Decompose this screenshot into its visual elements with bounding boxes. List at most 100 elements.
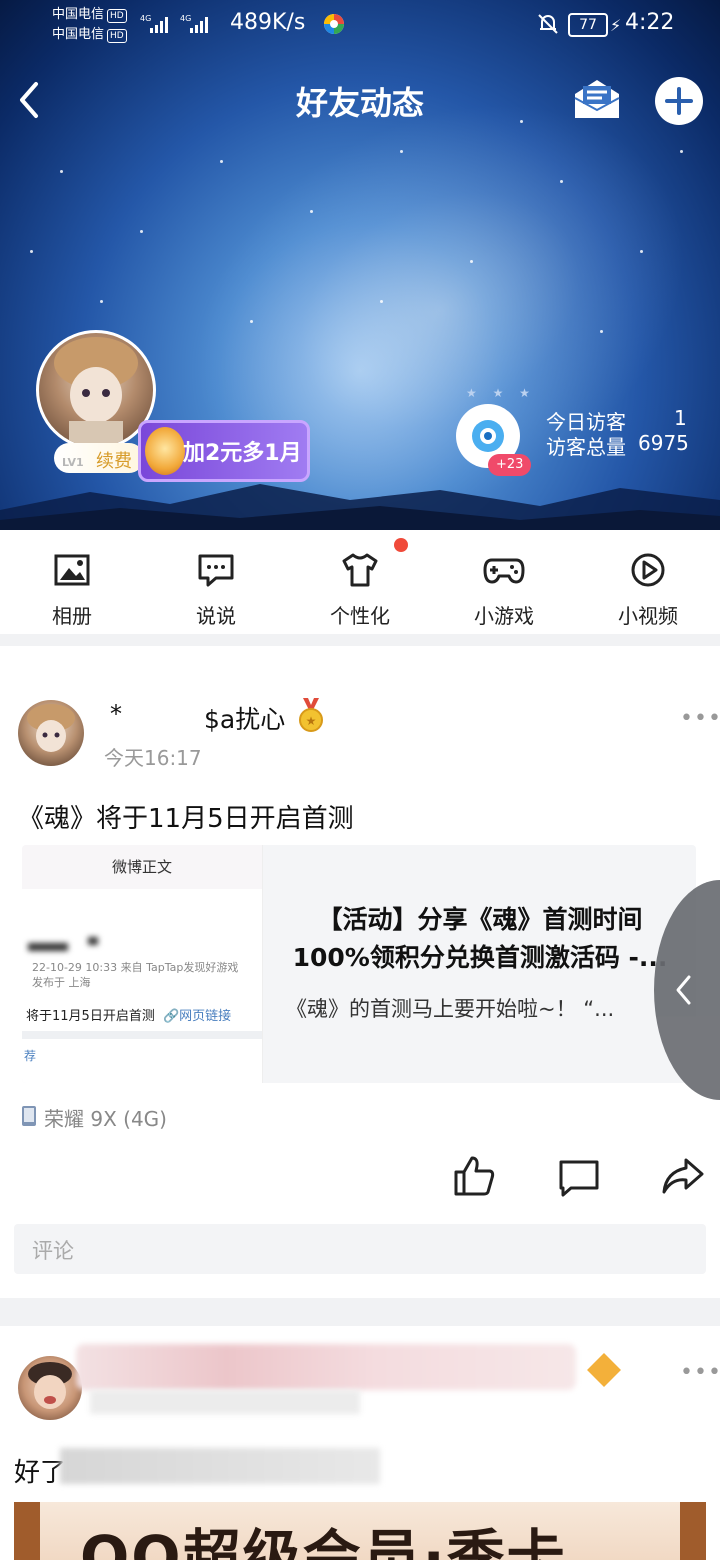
visitor-count-badge: +23 <box>488 454 532 476</box>
mute-bell-icon <box>538 14 558 34</box>
star <box>560 180 563 183</box>
level-label: LV1 <box>62 456 84 469</box>
photo-album-icon <box>54 554 90 586</box>
battery-indicator: 77 <box>568 13 608 37</box>
avatar-figure <box>27 704 75 752</box>
thumb-link-label: 网页链接 <box>179 1009 232 1024</box>
star <box>30 250 33 253</box>
star <box>220 160 223 163</box>
tab-album[interactable]: 相册 <box>0 530 144 634</box>
hd-badge: HD <box>107 29 127 43</box>
redacted-author-name <box>76 1344 576 1390</box>
mountain-silhouette <box>0 484 720 530</box>
app-notification-icon <box>324 14 344 34</box>
carrier-1-label: 中国电信 <box>52 7 105 22</box>
today-visitors-value: 1 <box>674 406 687 430</box>
promo-label: 加2元多1月 <box>183 441 302 466</box>
add-icon[interactable] <box>654 76 704 126</box>
star <box>310 210 313 213</box>
profile-cover: 中国电信 HD 中国电信 HD 4G 4G 489K/s 77 ⚡ 4:22 好友动… <box>0 0 720 530</box>
share-icon[interactable] <box>660 1156 706 1196</box>
link-description: 《魂》的首测马上要开始啦~！ “... <box>286 997 615 1021</box>
redacted-post-text <box>60 1448 380 1484</box>
thumb-divider <box>22 1031 262 1039</box>
chevron-left-icon <box>676 975 691 1005</box>
banner-text: QQ超级会员·季卡 <box>80 1523 567 1560</box>
notification-dot <box>394 538 408 552</box>
star <box>250 320 253 323</box>
charging-icon: ⚡ <box>610 16 622 35</box>
star <box>380 300 383 303</box>
signal-icon: 4G 4G <box>140 14 208 33</box>
tab-label: 小视频 <box>618 604 678 628</box>
clock: 4:22 <box>625 10 675 35</box>
star <box>600 330 603 333</box>
star <box>100 300 103 303</box>
star <box>640 250 643 253</box>
star <box>680 150 683 153</box>
thumb-header: 微博正文 <box>22 845 262 889</box>
svg-text:★: ★ <box>306 714 317 728</box>
thumb-footer: 荐 <box>24 1049 37 1063</box>
avatar-figure <box>28 1362 72 1409</box>
star <box>140 230 143 233</box>
tab-label: 说说 <box>196 604 236 628</box>
star <box>470 260 473 263</box>
thumb-body-text: 将于11月5日开启首测 <box>26 1009 155 1024</box>
tab-label: 个性化 <box>330 604 390 628</box>
comment-input[interactable]: 评论 <box>14 1224 706 1274</box>
promo-banner[interactable]: 加2元多1月 <box>138 420 310 482</box>
tab-short-video[interactable]: 小视频 <box>576 530 720 634</box>
more-options-icon[interactable]: ••• <box>680 706 720 731</box>
medal-icon: ★ <box>299 698 323 732</box>
device-label: 荣耀 9X (4G) <box>44 1107 167 1131</box>
avatar-figure <box>54 337 138 447</box>
vip-level-badge[interactable]: LV1 续费 <box>54 443 144 473</box>
phone-icon <box>22 1106 36 1126</box>
thumb-link-text: 🔗网页链接 <box>162 1009 232 1024</box>
comment-placeholder: 评论 <box>32 1239 74 1263</box>
tab-label: 相册 <box>52 604 92 628</box>
play-circle-icon <box>631 553 665 587</box>
promo-character-icon <box>145 427 185 475</box>
hd-badge: HD <box>107 9 127 23</box>
total-visitors-value: 6975 <box>638 431 689 455</box>
post-text: 《魂》将于11月5日开启首测 <box>18 804 354 834</box>
mail-icon[interactable] <box>572 76 622 122</box>
carrier-info: 中国电信 HD 中国电信 HD <box>52 5 127 45</box>
thumb-body: 将于11月5日开启首测 🔗网页链接 <box>26 1005 231 1024</box>
total-visitors-label: 访客总量 <box>546 435 626 459</box>
tab-label: 小游戏 <box>474 604 534 628</box>
author-name-prefix: * <box>110 700 122 728</box>
thumb-redacted-name <box>28 943 68 951</box>
link-thumbnail: 微博正文 22-10-29 10:33 来自 TapTap发现好游戏 发布于 上… <box>22 845 263 1083</box>
network-speed: 489K/s <box>230 10 306 35</box>
post-author-avatar[interactable] <box>18 700 84 766</box>
shared-link-card[interactable]: 微博正文 22-10-29 10:33 来自 TapTap发现好游戏 发布于 上… <box>22 845 696 1083</box>
post-image-banner[interactable]: QQ超级会员·季卡 <box>14 1502 706 1560</box>
thumb-meta-2: 发布于 上海 <box>32 976 91 989</box>
more-options-icon[interactable]: ••• <box>680 1360 720 1385</box>
svg-text:4G: 4G <box>180 14 191 23</box>
thumb-meta-1: 22-10-29 10:33 来自 TapTap发现好游戏 <box>32 961 239 974</box>
star <box>400 150 403 153</box>
tab-shuoshuo[interactable]: 说说 <box>144 530 288 634</box>
link-title: 【活动】分享《魂》首测时间100%领积分兑换首测激活码 -... <box>292 905 668 972</box>
post-text: 好了 <box>14 1458 67 1488</box>
renew-label: 续费 <box>96 451 132 472</box>
post-time: 今天16:17 <box>104 746 202 770</box>
carrier-2-label: 中国电信 <box>52 27 105 42</box>
like-icon[interactable] <box>452 1154 496 1198</box>
gamepad-icon <box>483 558 525 584</box>
thumb-redacted-mark <box>88 937 98 945</box>
tab-minigames[interactable]: 小游戏 <box>432 530 576 634</box>
star <box>60 170 63 173</box>
stars-decoration-icon: ★ ★ ★ <box>466 386 536 400</box>
feature-tabs: 相册 说说 个性化 小游戏 小视频 <box>0 530 720 634</box>
comment-icon[interactable] <box>557 1158 601 1198</box>
tab-personalize[interactable]: 个性化 <box>288 530 432 634</box>
post-author-avatar[interactable] <box>18 1356 82 1420</box>
author-name[interactable]: $a扰心 <box>204 700 285 736</box>
tshirt-icon <box>342 553 378 587</box>
chat-bubble-icon <box>198 554 234 587</box>
